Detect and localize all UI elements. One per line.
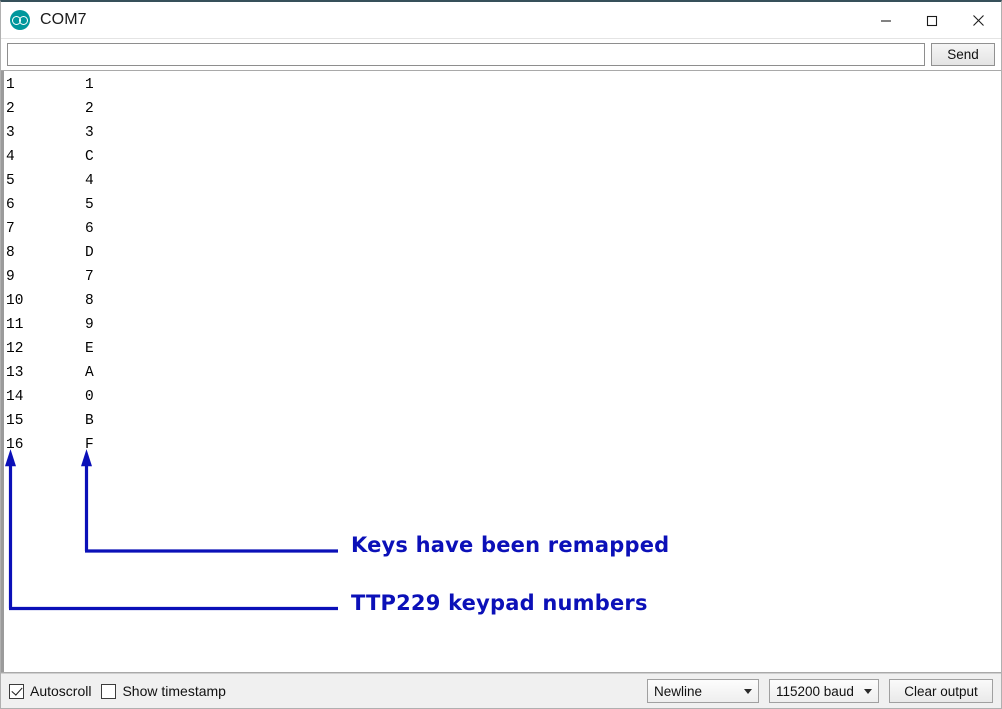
serial-output-text: 1 1 2 2 3 3 4 C 5 4 6 5 7 6 8 D 9 7 10 8 11 9 12 E 13 A 14 0 15 B 16 F xyxy=(6,73,1001,672)
line-ending-value: Newline xyxy=(654,683,703,699)
close-icon[interactable] xyxy=(955,2,1001,39)
minimize-icon[interactable] xyxy=(863,2,909,39)
console-remapped-key: A xyxy=(85,365,94,381)
console-remapped-key: 8 xyxy=(85,293,94,309)
console-keypad-number: 16 xyxy=(6,437,24,453)
console-line: 10 8 xyxy=(6,289,1001,313)
console-keypad-number: 5 xyxy=(6,173,15,189)
show-timestamp-checkbox[interactable]: Show timestamp xyxy=(101,683,226,699)
console-line: 97 xyxy=(6,265,1001,289)
line-ending-select[interactable]: Newline xyxy=(647,679,759,703)
console-line: 11 xyxy=(6,73,1001,97)
console-keypad-number: 15 xyxy=(6,413,24,429)
console-line: 16 F xyxy=(6,433,1001,457)
baud-rate-select[interactable]: 115200 baud xyxy=(769,679,879,703)
console-remapped-key: C xyxy=(85,149,94,165)
arduino-logo-icon xyxy=(10,10,30,30)
console-remapped-key: 0 xyxy=(85,389,94,405)
window-title: COM7 xyxy=(40,11,87,28)
console-line: 22 xyxy=(6,97,1001,121)
send-row: Send xyxy=(1,39,1001,70)
console-keypad-number: 6 xyxy=(6,197,15,213)
console-line: 76 xyxy=(6,217,1001,241)
window-controls xyxy=(863,2,1001,39)
show-timestamp-checkbox-box[interactable] xyxy=(101,683,117,699)
baud-rate-value: 115200 baud xyxy=(776,683,854,699)
console-line: 4C xyxy=(6,145,1001,169)
output-left-border xyxy=(1,71,4,672)
console-remapped-key: 6 xyxy=(85,221,94,237)
console-keypad-number: 10 xyxy=(6,293,24,309)
console-line: 13 A xyxy=(6,361,1001,385)
chevron-down-icon xyxy=(864,688,872,694)
chevron-down-icon xyxy=(744,688,752,694)
console-remapped-key: 1 xyxy=(85,77,94,93)
console-line: 33 xyxy=(6,121,1001,145)
console-keypad-number: 12 xyxy=(6,341,24,357)
console-keypad-number: 2 xyxy=(6,101,15,117)
console-remapped-key: 7 xyxy=(85,269,94,285)
console-remapped-key: 4 xyxy=(85,173,94,189)
serial-output-area[interactable]: 1 1 2 2 3 3 4 C 5 4 6 5 7 6 8 D 9 7 10 8 11 9 12 E 13 A 14 0 15 B 16 F … xyxy=(1,70,1001,673)
console-keypad-number: 14 xyxy=(6,389,24,405)
console-keypad-number: 1 xyxy=(6,77,15,93)
console-remapped-key: F xyxy=(85,437,94,453)
console-line: 65 xyxy=(6,193,1001,217)
console-keypad-number: 11 xyxy=(6,317,24,333)
console-remapped-key: D xyxy=(85,245,94,261)
console-line: 14 0 xyxy=(6,385,1001,409)
serial-send-input[interactable] xyxy=(7,43,925,66)
console-remapped-key: 5 xyxy=(85,197,94,213)
console-line: 15 B xyxy=(6,409,1001,433)
annotation-label-keypad-numbers: TTP229 keypad numbers xyxy=(351,591,648,615)
send-button[interactable]: Send xyxy=(931,43,995,66)
console-keypad-number: 9 xyxy=(6,269,15,285)
status-bar: Autoscroll Show timestamp Newline 115200… xyxy=(1,673,1001,708)
console-keypad-number: 7 xyxy=(6,221,15,237)
console-keypad-number: 8 xyxy=(6,245,15,261)
console-line: 12 E xyxy=(6,337,1001,361)
autoscroll-checkbox-box[interactable] xyxy=(9,683,24,699)
maximize-icon[interactable] xyxy=(909,2,955,39)
console-keypad-number: 13 xyxy=(6,365,24,381)
clear-output-button[interactable]: Clear output xyxy=(889,679,993,703)
console-remapped-key: B xyxy=(85,413,94,429)
console-remapped-key: 3 xyxy=(85,125,94,141)
console-line: 11 9 xyxy=(6,313,1001,337)
console-line: 54 xyxy=(6,169,1001,193)
console-line: 8D xyxy=(6,241,1001,265)
console-remapped-key: E xyxy=(85,341,94,357)
autoscroll-label: Autoscroll xyxy=(30,683,92,699)
console-remapped-key: 2 xyxy=(85,101,94,117)
title-bar: COM7 xyxy=(1,2,1001,39)
show-timestamp-label: Show timestamp xyxy=(122,683,226,699)
serial-monitor-window: COM7 Send 1 1 2 2 3 3 4 C 5 4 6 5 7 6 8 D 9 7 10 8 11 9 12 E 13 A… xyxy=(0,0,1002,709)
console-remapped-key: 9 xyxy=(85,317,94,333)
annotation-label-keys-remapped: Keys have been remapped xyxy=(351,533,670,557)
console-keypad-number: 3 xyxy=(6,125,15,141)
console-keypad-number: 4 xyxy=(6,149,15,165)
autoscroll-checkbox[interactable]: Autoscroll xyxy=(9,683,91,699)
